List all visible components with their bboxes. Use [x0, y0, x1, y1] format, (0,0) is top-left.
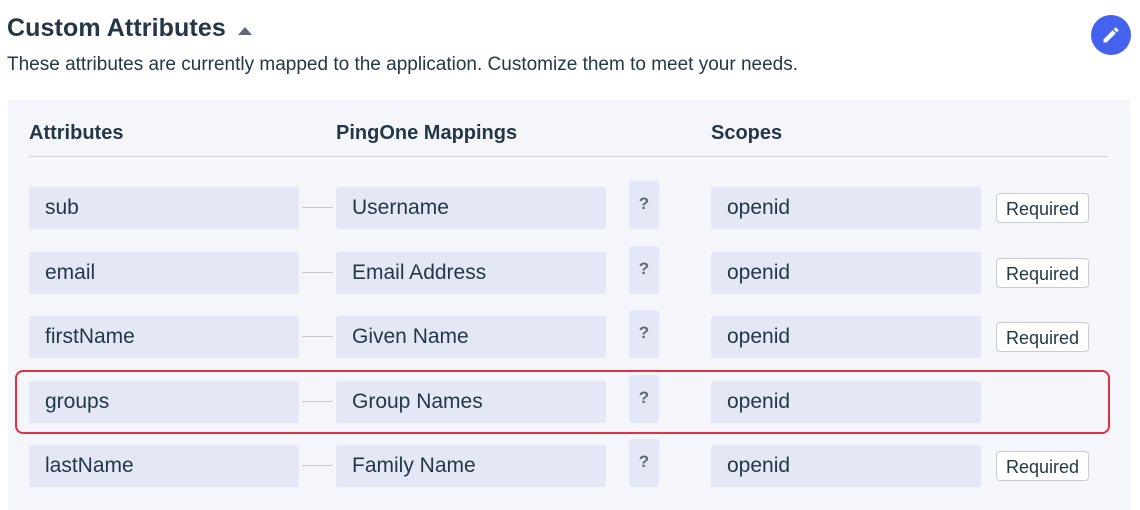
attribute-name-field[interactable]: firstName: [29, 316, 299, 358]
attribute-row-groups: groups Group Names ? openid: [0, 375, 1140, 423]
mapping-help-button[interactable]: ?: [629, 375, 659, 423]
required-badge: Required: [996, 451, 1090, 481]
section-title: Custom Attributes: [7, 14, 226, 42]
section-description: These attributes are currently mapped to…: [7, 54, 799, 75]
mapping-help-button[interactable]: ?: [629, 439, 659, 487]
mapping-field[interactable]: Group Names: [336, 381, 606, 423]
mapping-help-button[interactable]: ?: [629, 246, 659, 294]
mapping-connector: [302, 336, 333, 337]
column-header-attributes: Attributes: [29, 122, 124, 144]
attribute-row-sub: sub Username ? openid Required: [0, 181, 1140, 229]
attribute-row-lastname: lastName Family Name ? openid Required: [0, 439, 1140, 487]
caret-up-icon[interactable]: [237, 26, 252, 35]
mapping-field[interactable]: Username: [336, 187, 606, 229]
header-divider: [29, 156, 1108, 157]
scope-field[interactable]: openid: [711, 316, 981, 358]
mapping-help-button[interactable]: ?: [629, 181, 659, 229]
column-header-scopes: Scopes: [711, 122, 783, 144]
custom-attributes-page: Custom Attributes These attributes are c…: [0, 0, 1140, 510]
required-badge: Required: [996, 322, 1090, 352]
attribute-name-field[interactable]: sub: [29, 187, 299, 229]
scope-field[interactable]: openid: [711, 381, 981, 423]
mapping-connector: [302, 401, 333, 402]
required-badge: Required: [996, 193, 1090, 223]
mapping-connector: [302, 207, 333, 208]
column-header-mappings: PingOne Mappings: [336, 122, 518, 144]
scope-field[interactable]: openid: [711, 252, 981, 294]
mapping-field[interactable]: Email Address: [336, 252, 606, 294]
attribute-name-field[interactable]: groups: [29, 381, 299, 423]
scope-field[interactable]: openid: [711, 445, 981, 487]
edit-button[interactable]: [1091, 15, 1131, 55]
mapping-field[interactable]: Family Name: [336, 445, 606, 487]
required-badge: Required: [996, 258, 1090, 288]
mapping-help-button[interactable]: ?: [629, 310, 659, 358]
section-header: Custom Attributes: [7, 14, 252, 43]
attribute-row-email: email Email Address ? openid Required: [0, 246, 1140, 294]
scope-field[interactable]: openid: [711, 187, 981, 229]
attribute-row-firstname: firstName Given Name ? openid Required: [0, 310, 1140, 358]
mapping-connector: [302, 465, 333, 466]
pencil-icon: [1103, 27, 1119, 43]
mapping-connector: [302, 272, 333, 273]
mapping-field[interactable]: Given Name: [336, 316, 606, 358]
attribute-name-field[interactable]: lastName: [29, 445, 299, 487]
attribute-name-field[interactable]: email: [29, 252, 299, 294]
